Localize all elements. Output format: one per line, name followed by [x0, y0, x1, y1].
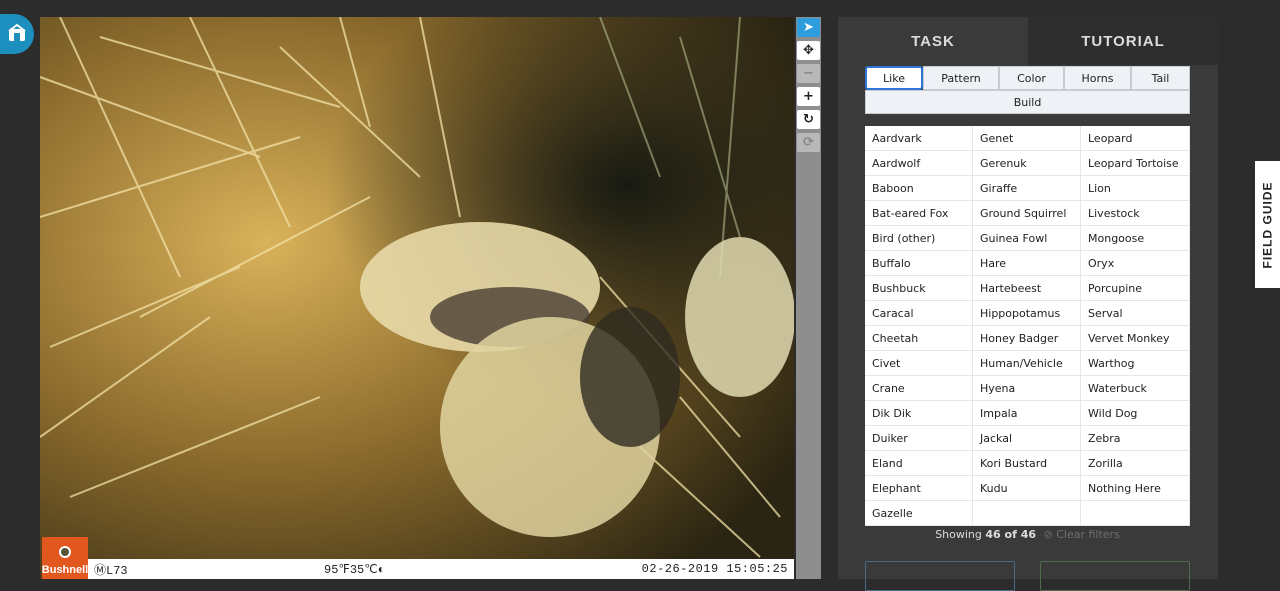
species-option[interactable]: Waterbuck [1081, 376, 1190, 401]
zoom-out-button[interactable]: − [797, 64, 820, 83]
species-option[interactable]: Giraffe [973, 176, 1081, 201]
species-option[interactable]: Caracal [865, 301, 973, 326]
filter-horns-button[interactable]: Horns [1064, 66, 1131, 90]
species-option[interactable]: Gazelle [865, 501, 973, 526]
species-option[interactable]: Aardvark [865, 126, 973, 151]
species-option[interactable]: Genet [973, 126, 1081, 151]
panel-actions [865, 561, 1190, 591]
species-option[interactable]: Warthog [1081, 351, 1190, 376]
species-option[interactable]: Impala [973, 401, 1081, 426]
tab-task[interactable]: TASK [838, 17, 1028, 65]
species-option[interactable]: Bird (other) [865, 226, 973, 251]
filter-color-button[interactable]: Color [999, 66, 1064, 90]
species-option[interactable]: Zorilla [1081, 451, 1190, 476]
species-list: Aardvark Genet Leopard Aardwolf Gerenuk Leopa… [865, 126, 1190, 526]
zoom-out-icon: − [803, 66, 814, 81]
reset-button[interactable]: ⟳ [797, 133, 820, 152]
species-option[interactable]: Porcupine [1081, 276, 1190, 301]
species-option[interactable]: Hartebeest [973, 276, 1081, 301]
species-option[interactable]: Hippopotamus [973, 301, 1081, 326]
species-option[interactable]: Honey Badger [973, 326, 1081, 351]
species-option[interactable]: Aardwolf [865, 151, 973, 176]
species-option[interactable]: Bushbuck [865, 276, 973, 301]
camera-info-strip: ⓂL73 95℉35℃◐ 02-26-2019 15:05:25 [88, 559, 794, 579]
species-option[interactable]: Elephant [865, 476, 973, 501]
species-option[interactable]: Serval [1081, 301, 1190, 326]
species-option [1081, 501, 1190, 526]
camera-brand-icon [59, 546, 71, 558]
done-button[interactable] [1040, 561, 1190, 591]
panel-tabs: TASK TUTORIAL [838, 17, 1218, 65]
species-option[interactable]: Guinea Fowl [973, 226, 1081, 251]
species-option[interactable]: Crane [865, 376, 973, 401]
species-option[interactable]: Kudu [973, 476, 1081, 501]
camera-id: ⓂL73 [94, 563, 128, 578]
clear-filters-link[interactable]: ⊘ Clear filters [1044, 528, 1120, 541]
reset-icon: ⟳ [803, 135, 814, 150]
viewer-toolbar: ➤ ✥ − + ↻ ⟳ [796, 17, 821, 579]
species-option[interactable]: Nothing Here [1081, 476, 1190, 501]
species-option[interactable]: Buffalo [865, 251, 973, 276]
species-option[interactable]: Jackal [973, 426, 1081, 451]
species-option[interactable]: Livestock [1081, 201, 1190, 226]
species-option[interactable]: Duiker [865, 426, 973, 451]
species-option[interactable]: Leopard [1081, 126, 1190, 151]
species-option[interactable]: Dik Dik [865, 401, 973, 426]
species-option [973, 501, 1081, 526]
timestamp: 02-26-2019 15:05:25 [641, 562, 788, 576]
filter-tail-button[interactable]: Tail [1131, 66, 1190, 90]
rotate-button[interactable]: ↻ [797, 110, 820, 129]
camera-brand-badge: Bushnell [42, 537, 88, 579]
species-option[interactable]: Mongoose [1081, 226, 1190, 251]
species-option[interactable]: Zebra [1081, 426, 1190, 451]
species-option[interactable]: Lion [1081, 176, 1190, 201]
zooniverse-logo-icon [8, 23, 26, 41]
filter-build-button[interactable]: Build [865, 90, 1190, 114]
pointer-tool-button[interactable]: ➤ [797, 18, 820, 37]
species-option[interactable]: Bat-eared Fox [865, 201, 973, 226]
species-option[interactable]: Ground Squirrel [973, 201, 1081, 226]
species-option[interactable]: Hyena [973, 376, 1081, 401]
species-option[interactable]: Hare [973, 251, 1081, 276]
move-icon: ✥ [803, 43, 814, 58]
filter-bar: Like Pattern Color Horns Tail Build [865, 66, 1190, 114]
showing-count: Showing 46 of 46 ⊘ Clear filters [935, 528, 1120, 541]
species-count: 46 of 46 [985, 528, 1037, 541]
field-guide-tab[interactable]: FIELD GUIDE [1255, 161, 1280, 288]
filter-pattern-button[interactable]: Pattern [923, 66, 999, 90]
app-logo[interactable] [0, 14, 34, 54]
species-option[interactable]: Baboon [865, 176, 973, 201]
species-option[interactable]: Oryx [1081, 251, 1190, 276]
filter-like-button[interactable]: Like [865, 66, 923, 90]
zoom-in-button[interactable]: + [797, 87, 820, 106]
tab-tutorial[interactable]: TUTORIAL [1028, 17, 1218, 65]
classifier-panel: TASK TUTORIAL Like Pattern Color Horns T… [838, 17, 1218, 591]
move-tool-button[interactable]: ✥ [797, 41, 820, 60]
rotate-icon: ↻ [803, 112, 814, 127]
species-option[interactable]: Vervet Monkey [1081, 326, 1190, 351]
temperature: 95℉35℃◐ [324, 562, 385, 577]
species-option[interactable]: Cheetah [865, 326, 973, 351]
species-option[interactable]: Human/Vehicle [973, 351, 1081, 376]
species-option[interactable]: Wild Dog [1081, 401, 1190, 426]
species-option[interactable]: Civet [865, 351, 973, 376]
species-option[interactable]: Gerenuk [973, 151, 1081, 176]
species-option[interactable]: Eland [865, 451, 973, 476]
zoom-in-icon: + [803, 89, 814, 104]
done-and-talk-button[interactable] [865, 561, 1015, 591]
species-option[interactable]: Leopard Tortoise [1081, 151, 1190, 176]
species-option[interactable]: Kori Bustard [973, 451, 1081, 476]
subject-image[interactable]: Bushnell ⓂL73 95℉35℃◐ 02-26-2019 15:05:2… [40, 17, 794, 579]
camera-trap-photo [40, 17, 794, 579]
pointer-icon: ➤ [803, 20, 814, 35]
